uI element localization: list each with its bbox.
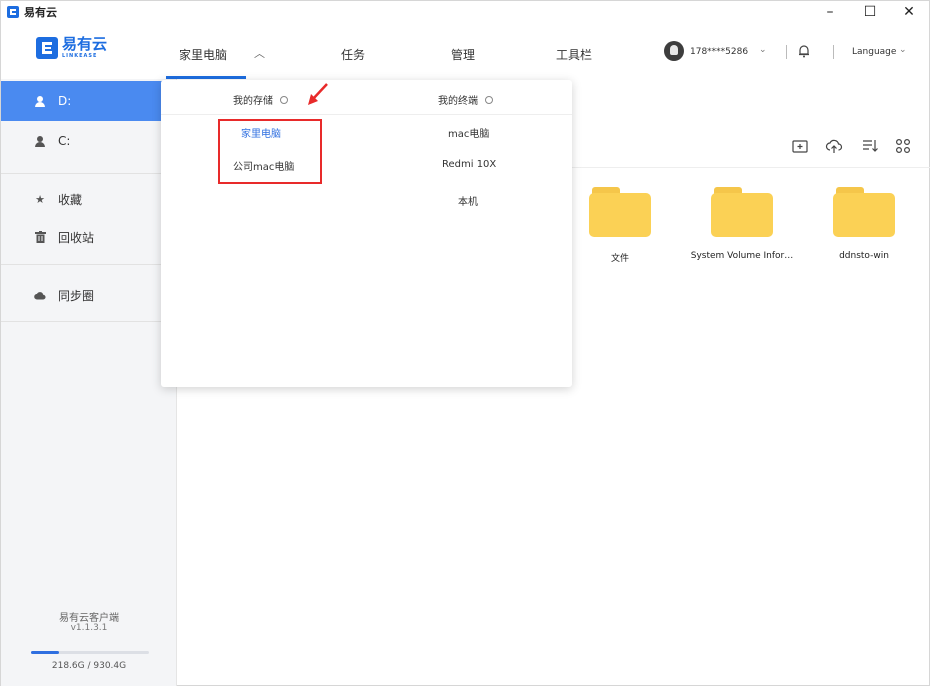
client-name: 易有云客户端 <box>59 613 119 624</box>
language-selector[interactable]: Language <box>852 47 896 57</box>
sidebar-item-recycle-bin[interactable]: 回收站 <box>1 217 177 257</box>
storage-quota-bar <box>31 651 149 654</box>
sidebar-item-sync-circle[interactable]: 同步圈 <box>1 275 177 315</box>
chevron-up-icon[interactable]: ︿ <box>254 45 265 61</box>
user-phone[interactable]: 178****5286 <box>690 47 748 57</box>
minimize-button[interactable]: – <box>815 1 845 23</box>
chevron-down-icon[interactable]: ⌄ <box>899 45 907 55</box>
storage-quota-text: 218.6G / 930.4G <box>51 661 127 671</box>
sidebar: D: C: ★ 收藏 回收站 同步圈 易有云客户端 v1.1.3.1 218.6… <box>1 79 177 686</box>
cloud-icon <box>34 289 46 301</box>
divider <box>1 264 177 265</box>
star-icon: ★ <box>35 192 45 206</box>
sidebar-item-drive-c[interactable]: C: <box>1 121 177 161</box>
folder-icon[interactable] <box>711 187 773 239</box>
window-title: 易有云 <box>24 6 57 19</box>
my-storage-header: 我的存储 <box>233 92 288 107</box>
sidebar-item-label: 回收站 <box>58 230 95 245</box>
linkease-logo-icon <box>36 37 58 59</box>
my-terminal-label: 我的终端 <box>438 96 478 107</box>
circle-icon <box>485 95 493 104</box>
brand-logo: 易有云 LINKEASE <box>36 37 107 59</box>
upload-icon[interactable] <box>825 137 843 155</box>
nav-device-selector[interactable]: 家里电脑 <box>179 46 227 63</box>
folder-label[interactable]: ddnsto-win <box>804 251 924 261</box>
my-terminal-header: 我的终端 <box>438 92 493 107</box>
annotation-highlight-box <box>218 119 322 184</box>
divider <box>1 321 177 322</box>
circle-icon <box>280 95 288 104</box>
folder-label[interactable]: System Volume Infor… <box>682 251 802 261</box>
app-logo-icon <box>7 6 19 18</box>
divider <box>1 173 177 174</box>
close-button[interactable]: ✕ <box>894 1 924 23</box>
sidebar-item-label: 收藏 <box>58 192 83 207</box>
sidebar-item-label: D: <box>58 94 72 108</box>
sidebar-item-label: C: <box>58 134 71 148</box>
sort-icon[interactable] <box>861 137 879 155</box>
folder-icon[interactable] <box>589 187 651 239</box>
title-bar: 易有云 – ☐ ✕ <box>1 1 930 23</box>
new-folder-icon[interactable] <box>791 137 809 155</box>
folder-icon[interactable] <box>833 187 895 239</box>
grid-view-icon[interactable] <box>894 137 912 155</box>
terminal-item-redmi[interactable]: Redmi 10X <box>442 159 496 170</box>
folder-label[interactable]: 文件 <box>560 251 680 264</box>
nav-tasks[interactable]: 任务 <box>341 46 365 63</box>
app-window: 易有云 – ☐ ✕ 易有云 LINKEASE 家里电脑 ︿ 任务 管理 工具栏 … <box>0 0 930 686</box>
sidebar-item-label: 同步圈 <box>58 288 95 303</box>
client-version: v1.1.3.1 <box>70 623 108 633</box>
terminal-item-this-device[interactable]: 本机 <box>458 193 478 208</box>
annotation-arrow-icon <box>308 83 328 105</box>
nav-manage[interactable]: 管理 <box>451 46 475 63</box>
trash-icon <box>34 231 46 243</box>
user-icon <box>34 95 46 107</box>
sidebar-item-favorites[interactable]: ★ 收藏 <box>1 179 177 219</box>
brand-subtitle: LINKEASE <box>62 53 98 59</box>
bell-icon[interactable] <box>796 43 812 59</box>
sidebar-item-drive-d[interactable]: D: <box>1 81 177 121</box>
avatar[interactable] <box>664 41 684 61</box>
divider <box>833 45 834 59</box>
chevron-down-icon[interactable]: ⌄ <box>759 45 767 55</box>
divider <box>161 114 572 115</box>
header: 易有云 LINKEASE 家里电脑 ︿ 任务 管理 工具栏 178****528… <box>1 23 930 79</box>
my-storage-label: 我的存储 <box>233 96 273 107</box>
storage-quota-fill <box>31 651 59 654</box>
divider <box>786 45 787 59</box>
maximize-button[interactable]: ☐ <box>855 1 885 23</box>
terminal-item-mac[interactable]: mac电脑 <box>448 125 489 140</box>
user-icon <box>34 135 46 147</box>
brand-name: 易有云 <box>62 35 108 53</box>
nav-toolbar[interactable]: 工具栏 <box>556 46 592 63</box>
